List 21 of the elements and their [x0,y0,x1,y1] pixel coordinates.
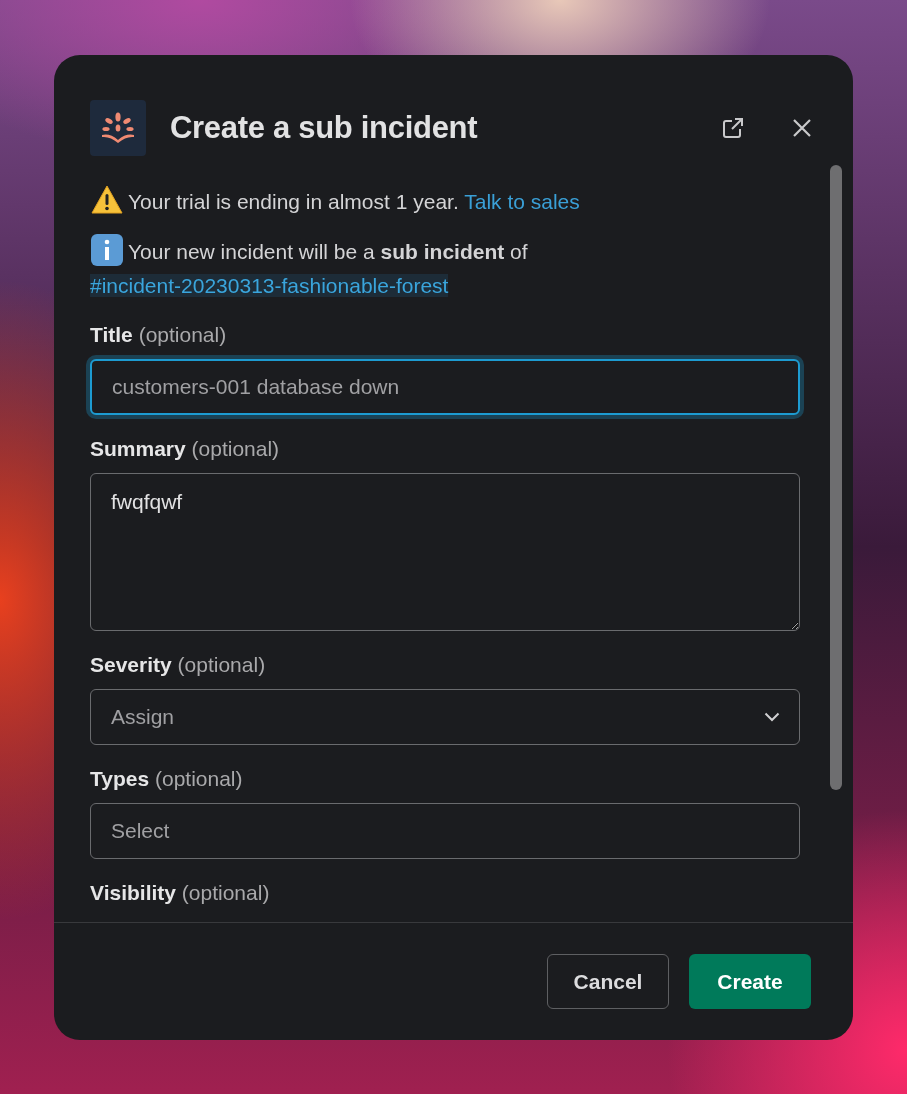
chevron-down-icon [764,712,780,722]
dialog-title: Create a sub incident [170,110,479,146]
notice-text: Your new incident will be a sub incident of #incident-20230313-fashionable-forest [90,233,801,303]
sales-link[interactable]: Talk to sales [464,190,580,213]
field-label: Title (optional) [90,322,228,348]
notice-text: Your trial is ending in almost 1 year. Talk to sales [90,183,801,219]
info-icon [90,233,124,267]
types-field[interactable]: Select [90,803,800,859]
cancel-button[interactable]: Cancel [547,954,669,1009]
lotus-logo-icon [90,100,146,156]
field-label: Severity (optional) [90,652,267,678]
title-field[interactable]: customers-001 database down [90,359,800,415]
scrollbar[interactable] [830,165,842,790]
field-label: Types (optional) [90,766,244,792]
create-button[interactable]: Create [689,954,811,1009]
summary-text-area[interactable]: fwqfqwf [90,473,800,631]
field-label: Visibility (optional) [90,880,271,906]
warning-icon [90,183,124,217]
severity-dropdown[interactable]: Assign [90,689,800,745]
field-label: Summary (optional) [90,436,281,462]
channel-link[interactable]: #incident-20230313-fashionable-forest [90,274,449,297]
